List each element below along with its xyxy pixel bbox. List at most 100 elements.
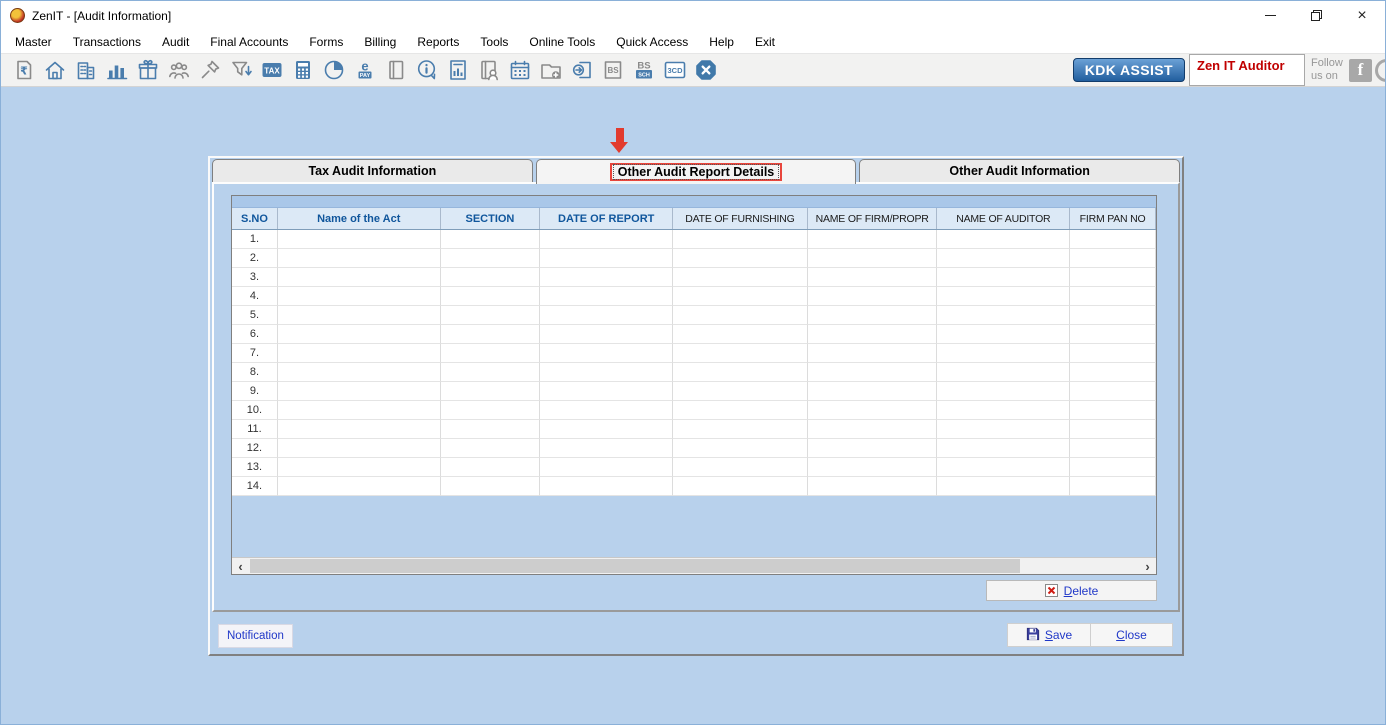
reports-chart-icon[interactable] xyxy=(102,55,131,85)
grid-cell-firm-pan-no[interactable] xyxy=(1070,477,1156,496)
grid-cell-date-of-furnishing[interactable] xyxy=(673,344,808,363)
grid-cell-date-of-furnishing[interactable] xyxy=(673,268,808,287)
grid-cell-name-of-the-act[interactable] xyxy=(277,477,441,496)
grid-cell-name-of-the-act[interactable] xyxy=(277,306,441,325)
horizontal-scrollbar[interactable]: ‹ › xyxy=(232,557,1156,574)
grid-cell-date-of-report[interactable] xyxy=(540,401,674,420)
grid-cell-name-of-firm-propr[interactable] xyxy=(807,363,938,382)
grid-cell-name-of-the-act[interactable] xyxy=(277,325,441,344)
grid-cell-section[interactable] xyxy=(440,477,541,496)
google-plus-icon[interactable] xyxy=(1375,58,1385,82)
grid-cell-name-of-firm-propr[interactable] xyxy=(807,306,938,325)
menu-item-billing[interactable]: Billing xyxy=(364,35,396,49)
grid-cell-name-of-the-act[interactable] xyxy=(277,401,441,420)
grid-cell-date-of-report[interactable] xyxy=(540,287,674,306)
row-number-cell[interactable]: 6. xyxy=(232,325,278,344)
grid-cell-date-of-report[interactable] xyxy=(540,420,674,439)
grid-cell-firm-pan-no[interactable] xyxy=(1070,420,1156,439)
exit-icon[interactable] xyxy=(691,55,720,85)
grid-cell-name-of-the-act[interactable] xyxy=(277,268,441,287)
row-number-cell[interactable]: 7. xyxy=(232,344,278,363)
grid-cell-section[interactable] xyxy=(440,439,541,458)
grid-cell-name-of-auditor[interactable] xyxy=(937,230,1071,249)
grid-cell-section[interactable] xyxy=(440,230,541,249)
filter-icon[interactable] xyxy=(226,55,255,85)
grid-cell-name-of-firm-propr[interactable] xyxy=(807,249,938,268)
restore-button[interactable] xyxy=(1293,1,1339,30)
grid-cell-date-of-furnishing[interactable] xyxy=(673,401,808,420)
grid-cell-name-of-the-act[interactable] xyxy=(277,249,441,268)
form-3cd-icon[interactable]: 3CD xyxy=(660,55,689,85)
grid-cell-firm-pan-no[interactable] xyxy=(1070,230,1156,249)
grid-cell-date-of-report[interactable] xyxy=(540,344,674,363)
calculator-icon[interactable] xyxy=(288,55,317,85)
info-icon[interactable] xyxy=(412,55,441,85)
grid-cell-name-of-the-act[interactable] xyxy=(277,363,441,382)
grid-cell-section[interactable] xyxy=(440,306,541,325)
grid-cell-name-of-auditor[interactable] xyxy=(937,268,1071,287)
row-number-cell[interactable]: 3. xyxy=(232,268,278,287)
grid-cell-section[interactable] xyxy=(440,325,541,344)
bs-schedule-icon[interactable]: BS SCH xyxy=(629,55,658,85)
menu-item-exit[interactable]: Exit xyxy=(755,35,775,49)
company-icon[interactable] xyxy=(71,55,100,85)
grid-cell-date-of-report[interactable] xyxy=(540,382,674,401)
grid-cell-name-of-the-act[interactable] xyxy=(277,382,441,401)
grid-cell-firm-pan-no[interactable] xyxy=(1070,344,1156,363)
grid-cell-date-of-report[interactable] xyxy=(540,325,674,344)
pie-chart-icon[interactable] xyxy=(319,55,348,85)
scroll-right-button[interactable]: › xyxy=(1139,558,1156,574)
grid-cell-firm-pan-no[interactable] xyxy=(1070,382,1156,401)
grid-cell-name-of-auditor[interactable] xyxy=(937,287,1071,306)
grid-cell-date-of-furnishing[interactable] xyxy=(673,458,808,477)
menu-item-quick-access[interactable]: Quick Access xyxy=(616,35,688,49)
grid-cell-date-of-report[interactable] xyxy=(540,439,674,458)
grid-cell-name-of-firm-propr[interactable] xyxy=(807,439,938,458)
grid-cell-firm-pan-no[interactable] xyxy=(1070,287,1156,306)
grid-cell-date-of-report[interactable] xyxy=(540,306,674,325)
grid-cell-firm-pan-no[interactable] xyxy=(1070,363,1156,382)
scrollbar-thumb[interactable] xyxy=(250,559,1020,573)
grid-cell-name-of-auditor[interactable] xyxy=(937,363,1071,382)
grid-cell-name-of-the-act[interactable] xyxy=(277,287,441,306)
menu-item-master[interactable]: Master xyxy=(15,35,52,49)
grid-cell-name-of-firm-propr[interactable] xyxy=(807,477,938,496)
grid-cell-name-of-auditor[interactable] xyxy=(937,420,1071,439)
epay-icon[interactable]: e PAY xyxy=(350,55,379,85)
grid-cell-date-of-furnishing[interactable] xyxy=(673,363,808,382)
row-number-cell[interactable]: 8. xyxy=(232,363,278,382)
grid-cell-name-of-firm-propr[interactable] xyxy=(807,287,938,306)
gift-icon[interactable] xyxy=(133,55,162,85)
grid-cell-date-of-report[interactable] xyxy=(540,477,674,496)
row-number-cell[interactable]: 5. xyxy=(232,306,278,325)
grid-cell-firm-pan-no[interactable] xyxy=(1070,325,1156,344)
grid-cell-date-of-furnishing[interactable] xyxy=(673,306,808,325)
row-number-cell[interactable]: 12. xyxy=(232,439,278,458)
export-icon[interactable] xyxy=(567,55,596,85)
client-master-icon[interactable]: ₹ xyxy=(9,55,38,85)
row-number-cell[interactable]: 10. xyxy=(232,401,278,420)
grid-cell-name-of-auditor[interactable] xyxy=(937,439,1071,458)
row-number-cell[interactable]: 2. xyxy=(232,249,278,268)
row-number-cell[interactable]: 14. xyxy=(232,477,278,496)
grid-cell-name-of-the-act[interactable] xyxy=(277,439,441,458)
grid-cell-name-of-auditor[interactable] xyxy=(937,325,1071,344)
tab-other-audit-information[interactable]: Other Audit Information xyxy=(859,159,1181,182)
grid-cell-section[interactable] xyxy=(440,249,541,268)
facebook-icon[interactable]: f xyxy=(1349,58,1372,82)
grid-cell-date-of-furnishing[interactable] xyxy=(673,230,808,249)
grid-cell-date-of-furnishing[interactable] xyxy=(673,325,808,344)
grid-cell-firm-pan-no[interactable] xyxy=(1070,306,1156,325)
menu-item-reports[interactable]: Reports xyxy=(417,35,459,49)
pin-icon[interactable] xyxy=(195,55,224,85)
folder-add-icon[interactable] xyxy=(536,55,565,85)
grid-cell-name-of-auditor[interactable] xyxy=(937,458,1071,477)
grid-cell-name-of-firm-propr[interactable] xyxy=(807,420,938,439)
grid-cell-date-of-report[interactable] xyxy=(540,458,674,477)
grid-cell-section[interactable] xyxy=(440,420,541,439)
notebook-icon[interactable] xyxy=(381,55,410,85)
grid-cell-firm-pan-no[interactable] xyxy=(1070,458,1156,477)
grid-cell-name-of-the-act[interactable] xyxy=(277,458,441,477)
grid-cell-section[interactable] xyxy=(440,287,541,306)
ledger-icon[interactable] xyxy=(474,55,503,85)
